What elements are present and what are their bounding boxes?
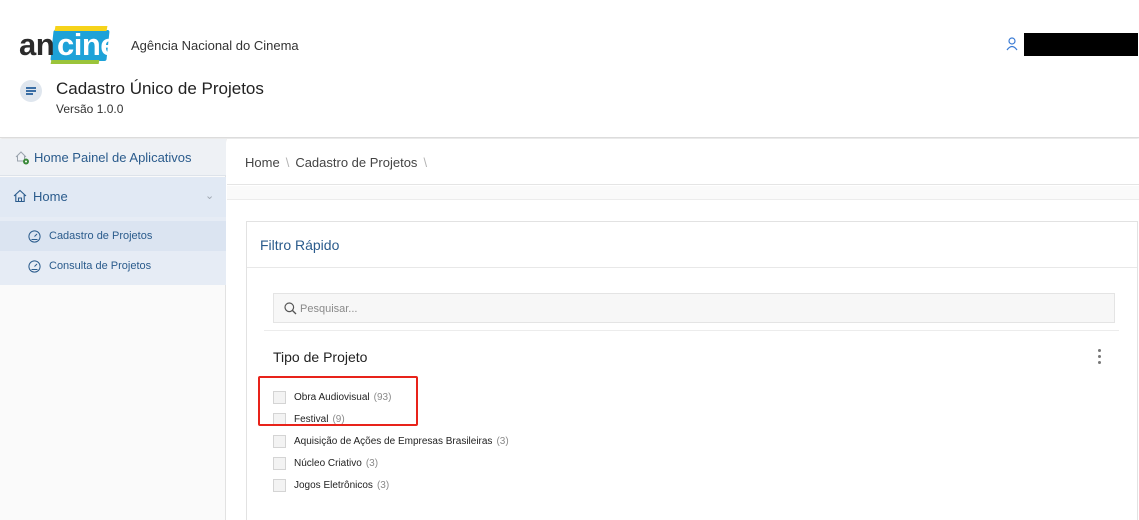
sidebar-item-home[interactable]: Home ⌄ [0,177,226,217]
facet-option-count: (3) [376,479,390,491]
home-icon [13,189,27,203]
checkbox[interactable] [273,478,286,492]
facet-option-nucleo-criativo[interactable]: Núcleo Criativo (3) [273,452,509,474]
content-divider [227,186,1139,200]
hamburger-icon [26,86,36,96]
breadcrumb-separator: \ [285,155,290,170]
search-icon [284,302,297,315]
breadcrumb: Home \ Cadastro de Projetos \ [245,155,433,170]
sidebar-submenu: Cadastro de Projetos Consulta de Projeto… [0,217,226,285]
breadcrumb-item-cadastro[interactable]: Cadastro de Projetos [295,155,417,170]
app-header: an cine Agência Nacional do Cinema Cadas… [0,0,1139,138]
checkbox[interactable] [273,434,286,448]
search-input[interactable] [300,299,1100,319]
breadcrumb-bar: Home \ Cadastro de Projetos \ [227,139,1139,185]
breadcrumb-item-home[interactable]: Home [245,155,280,170]
ancine-logo[interactable]: an cine [19,26,118,64]
panel-title: Filtro Rápido [260,237,340,253]
menu-toggle-button[interactable] [20,80,42,102]
sidebar-item-label: Cadastro de Projetos [49,230,153,242]
facet-option-count: (3) [496,435,509,447]
sidebar-item-label: Home [33,189,68,204]
facet-group-title: Tipo de Projeto [273,349,368,365]
logo-text-cine: cine [57,27,118,62]
sidebar-item-cadastro[interactable]: Cadastro de Projetos [0,221,226,251]
checkbox[interactable] [273,456,286,470]
facet-option-jogos-eletronicos[interactable]: Jogos Eletrônicos (3) [273,474,509,496]
app-title: Cadastro Único de Projetos [56,79,264,98]
logo-text: an [19,27,55,62]
highlight-box [258,376,418,426]
user-icon[interactable] [1006,37,1018,51]
sidebar-item-painel[interactable]: Home Painel de Aplicativos [0,139,226,176]
sidebar-item-consulta[interactable]: Consulta de Projetos [0,251,226,281]
sidebar-item-label: Consulta de Projetos [49,260,152,272]
facet-option-count: (3) [365,457,379,469]
breadcrumb-separator: \ [423,155,428,170]
more-options-icon[interactable] [1096,349,1102,367]
chevron-down-icon[interactable]: ⌄ [205,189,214,202]
search-divider [264,330,1119,331]
search-box [273,293,1115,323]
gauge-icon [28,230,41,243]
gauge-icon [28,260,41,273]
facet-option-aquisicao[interactable]: Aquisição de Ações de Empresas Brasileir… [273,430,509,452]
quick-filter-panel: Filtro Rápido Tipo de Projeto Obra Audio… [246,221,1138,520]
home-gear-icon [15,151,29,165]
agency-name: Agência Nacional do Cinema [131,38,299,53]
logo-text-an: an [19,27,55,62]
facet-option-label: Aquisição de Ações de Empresas Brasileir… [294,435,493,447]
facet-option-label: Jogos Eletrônicos [294,479,373,491]
sidebar-item-label: Home Painel de Aplicativos [34,150,192,165]
app-version: Versão 1.0.0 [56,102,124,116]
panel-header: Filtro Rápido [247,222,1137,268]
facet-option-label: Núcleo Criativo [294,457,362,469]
user-name-redacted[interactable] [1024,33,1138,56]
sidebar: Home Painel de Aplicativos Home ⌄ Cadast… [0,139,226,520]
